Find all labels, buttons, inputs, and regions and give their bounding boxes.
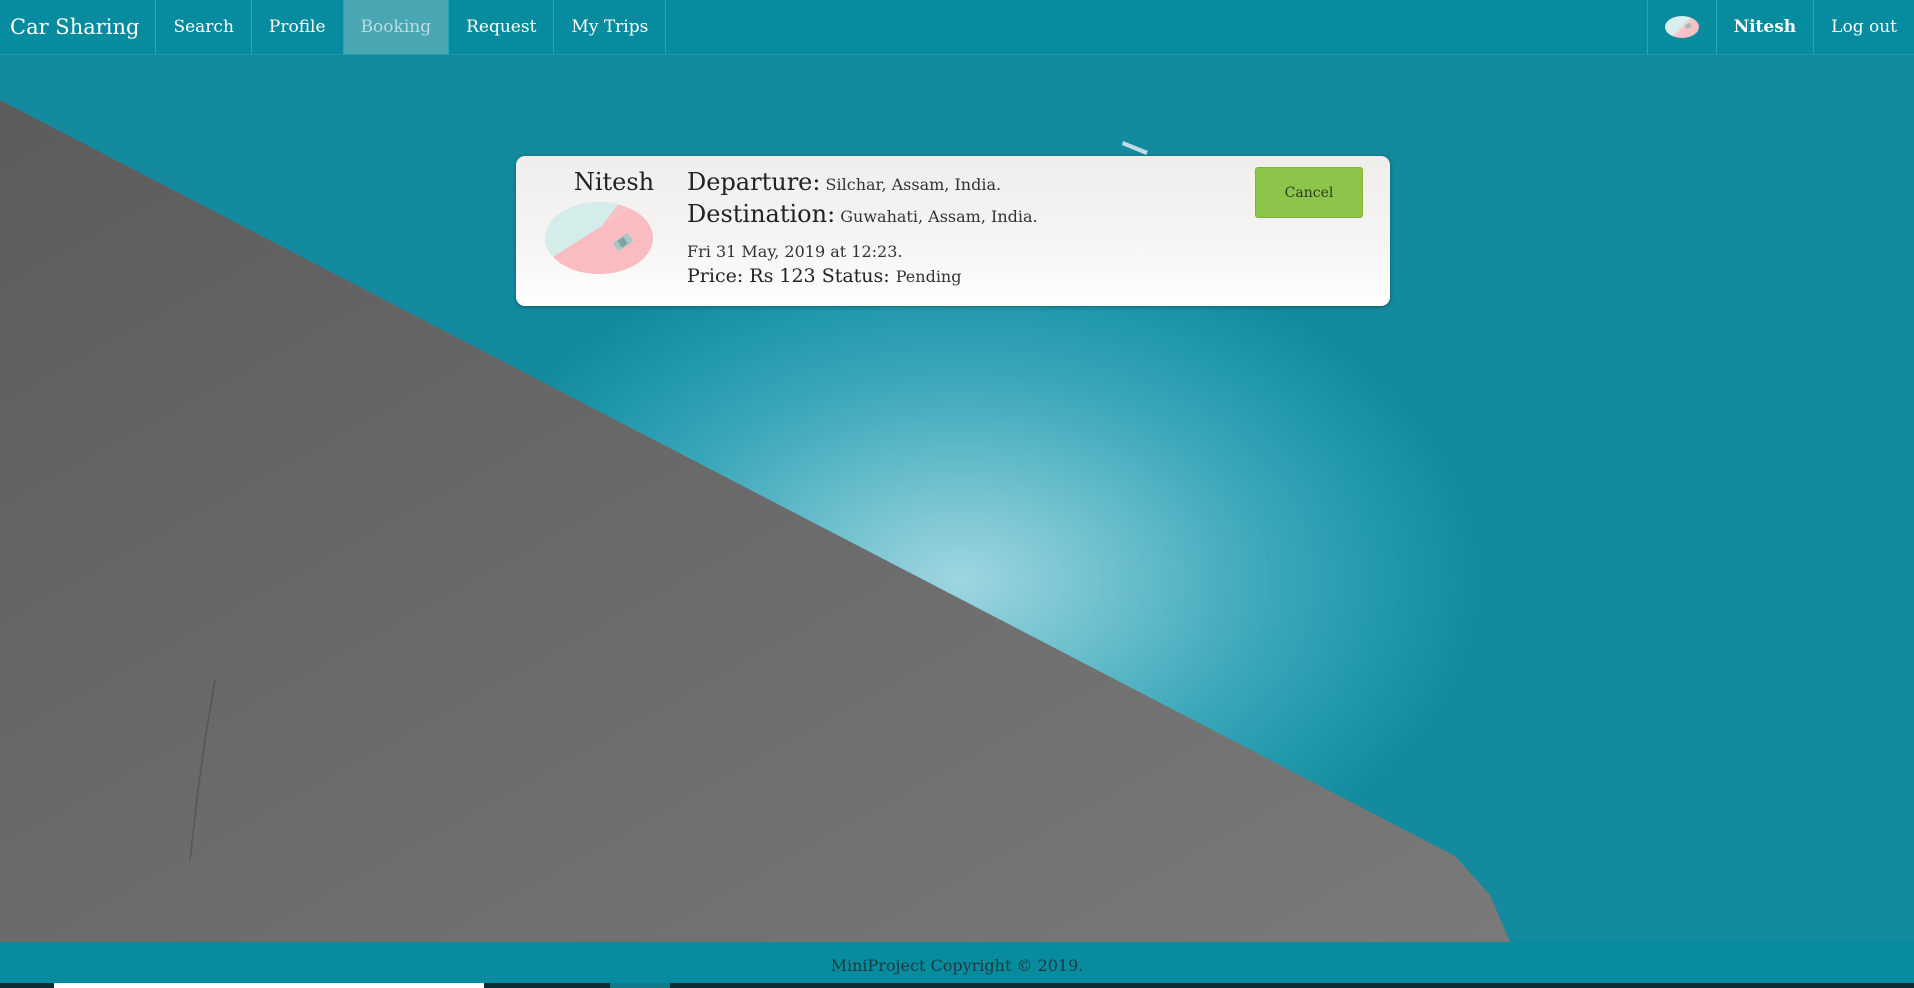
departure-value: Silchar, Assam, India. xyxy=(825,175,1002,194)
departure-label: Departure: xyxy=(687,168,821,196)
destination-label: Destination: xyxy=(687,200,836,228)
cancel-button[interactable]: Cancel xyxy=(1255,167,1363,218)
driver-name: Nitesh xyxy=(573,168,655,196)
airplane-icon xyxy=(1122,141,1148,155)
bottom-strip xyxy=(0,983,1914,988)
booking-card: Nitesh Departure: Silchar, Assam, India.… xyxy=(516,156,1390,306)
nav-my-trips[interactable]: My Trips xyxy=(554,0,667,54)
price-label: Price: Rs 123 xyxy=(687,265,816,287)
nav-user-name[interactable]: Nitesh xyxy=(1715,0,1814,54)
nav-search[interactable]: Search xyxy=(156,0,252,54)
strip-segment xyxy=(54,983,484,988)
background-image xyxy=(0,0,1914,988)
nav-request[interactable]: Request xyxy=(449,0,555,54)
nav-booking[interactable]: Booking xyxy=(343,0,450,54)
top-navbar: Car Sharing Search Profile Booking Reque… xyxy=(0,0,1914,55)
footer: MiniProject Copyright © 2019. xyxy=(0,942,1914,988)
footer-copyright: MiniProject Copyright © 2019. xyxy=(830,955,1084,975)
nav-avatar-link[interactable] xyxy=(1646,0,1716,54)
driver-avatar xyxy=(545,202,653,274)
user-avatar-icon xyxy=(1664,16,1699,38)
booking-info: Departure: Silchar, Assam, India. Destin… xyxy=(687,168,1038,287)
destination-value: Guwahati, Assam, India. xyxy=(840,207,1038,226)
status-value: Pending xyxy=(895,267,962,286)
status-label: Status: xyxy=(821,265,890,287)
strip-segment xyxy=(610,983,670,988)
booking-datetime: Fri 31 May, 2019 at 12:23. xyxy=(687,242,903,261)
logout-link[interactable]: Log out xyxy=(1813,0,1914,54)
nav-profile[interactable]: Profile xyxy=(252,0,344,54)
brand-link[interactable]: Car Sharing xyxy=(0,0,157,54)
